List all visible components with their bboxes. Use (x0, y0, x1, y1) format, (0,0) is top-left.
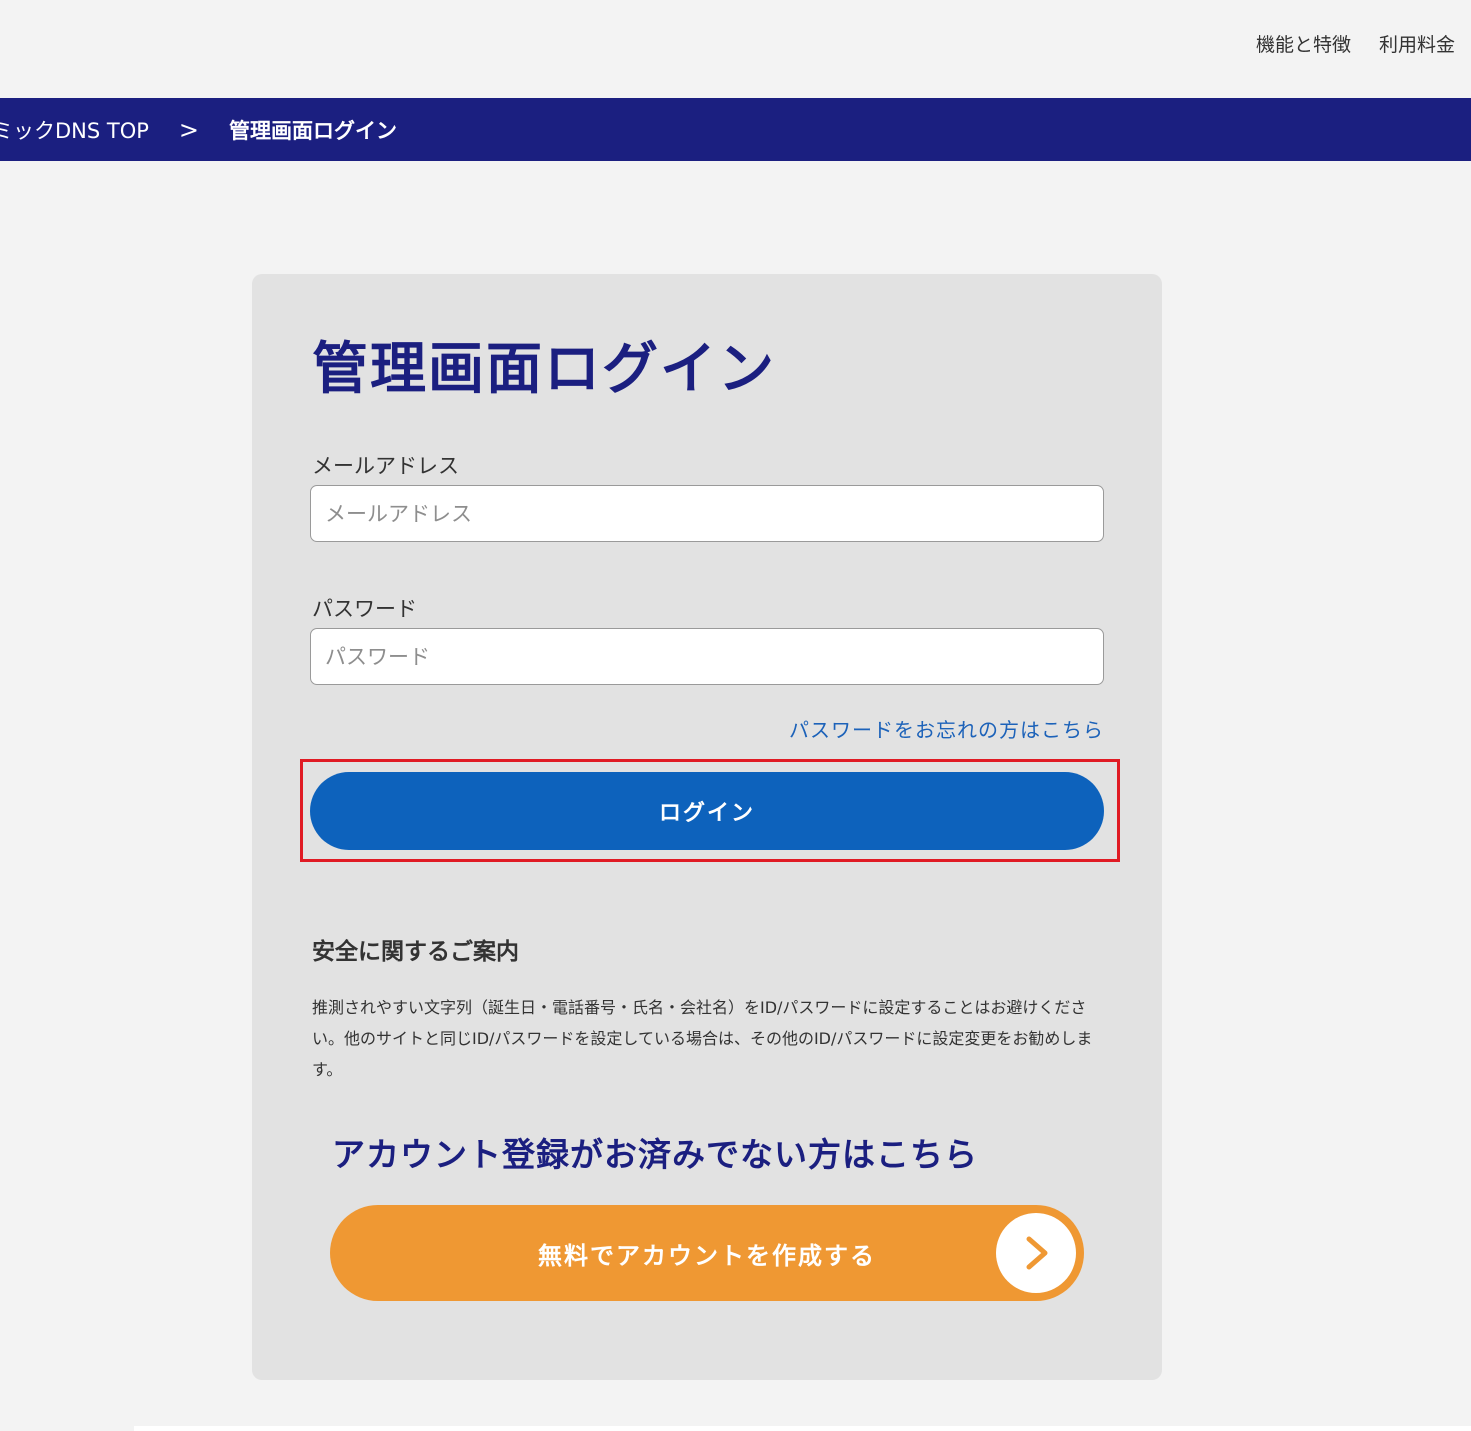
create-account-label: 無料でアカウントを作成する (538, 1241, 876, 1270)
breadcrumb-current: 管理画面ログイン (229, 118, 398, 143)
login-card: 管理画面ログイン メールアドレス パスワード パスワードをお忘れの方はこちら ロ… (252, 274, 1162, 1380)
password-label: パスワード (312, 597, 417, 621)
create-account-button[interactable]: 無料でアカウントを作成する (330, 1205, 1084, 1301)
email-field[interactable] (310, 485, 1104, 542)
breadcrumb: ミックDNS TOP > 管理画面ログイン (0, 98, 1471, 161)
password-field[interactable] (310, 628, 1104, 685)
safety-text: 推測されやすい文字列（誕生日・電話番号・氏名・会社名）をID/パスワードに設定す… (312, 998, 1093, 1079)
login-button[interactable]: ログイン (310, 772, 1104, 850)
footer-edge (134, 1426, 1471, 1431)
email-label: メールアドレス (312, 454, 459, 478)
login-button-label: ログイン (658, 801, 755, 826)
nav-features-link[interactable]: 機能と特徴 (1256, 30, 1351, 57)
page-title: 管理画面ログイン (312, 337, 776, 402)
top-nav: 機能と特徴 利用料金 (1256, 30, 1455, 57)
breadcrumb-home-link[interactable]: ミックDNS TOP (0, 115, 149, 145)
forgot-password-link[interactable]: パスワードをお忘れの方はこちら (789, 714, 1104, 743)
breadcrumb-separator: > (178, 115, 200, 144)
chevron-right-icon (996, 1213, 1076, 1293)
register-heading: アカウント登録がお済みでない方はこちら (332, 1135, 978, 1174)
nav-pricing-link[interactable]: 利用料金 (1379, 30, 1455, 57)
safety-heading: 安全に関するご案内 (312, 939, 519, 965)
